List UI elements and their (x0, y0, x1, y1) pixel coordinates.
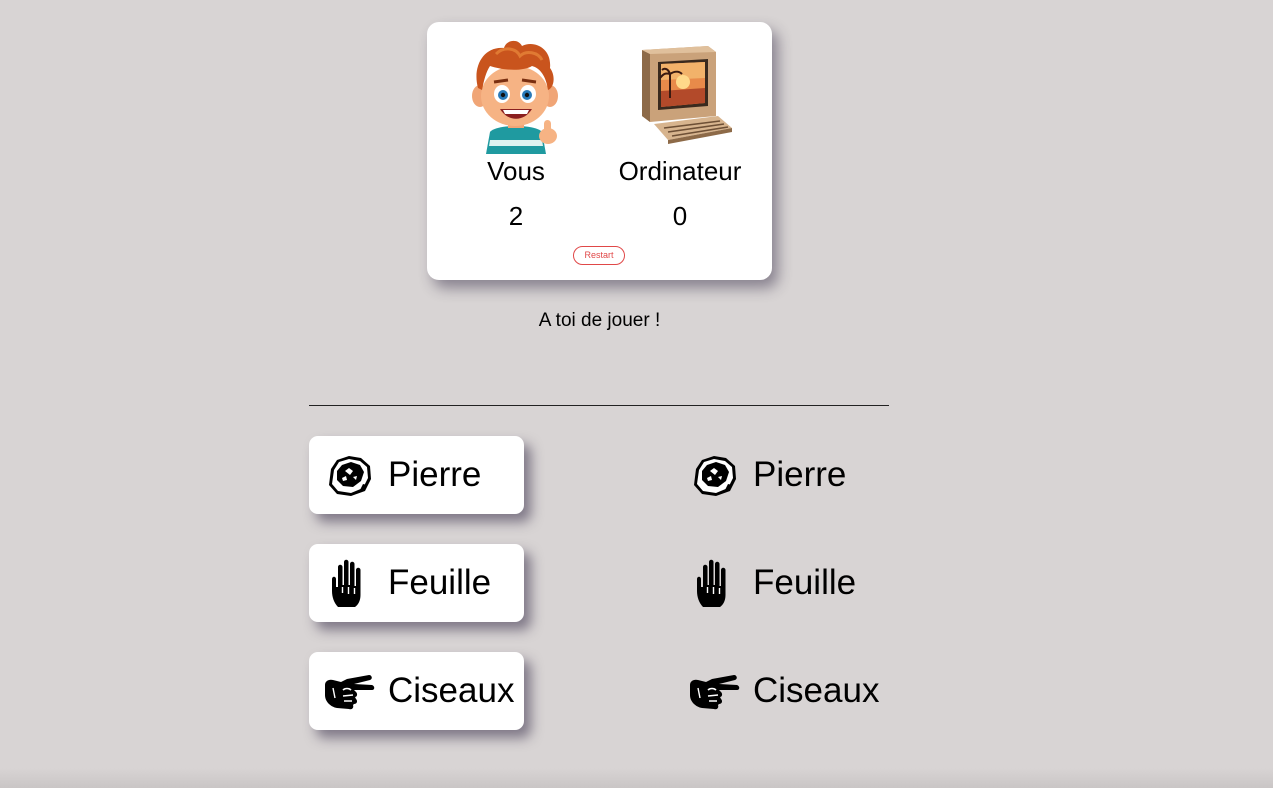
player-choice-feuille-button[interactable]: Feuille (309, 544, 524, 622)
rock-icon (688, 449, 740, 501)
hand-icon (688, 557, 740, 609)
player-cpu-score: 0 (672, 201, 688, 231)
computer-choice-pierre: Pierre (674, 436, 889, 514)
status-message: A toi de jouer ! (538, 310, 661, 331)
divider (309, 405, 889, 406)
scissors-hand-icon (323, 665, 375, 717)
player-cpu-name: Ordinateur (618, 156, 742, 186)
hand-icon (323, 557, 375, 609)
player-cpu-panel: Ordinateur 0 (595, 36, 765, 233)
restart-button[interactable]: Restart (573, 246, 625, 265)
scissors-hand-icon (688, 665, 740, 717)
choice-label: Pierre (753, 455, 847, 494)
choice-label: Pierre (388, 455, 482, 494)
player-you-score: 2 (508, 201, 524, 231)
computer-choice-feuille: Feuille (674, 544, 889, 622)
choice-label: Feuille (388, 563, 492, 602)
choice-label: Ciseaux (753, 671, 880, 710)
retro-computer-icon (642, 46, 732, 144)
player-choice-ciseaux-button[interactable]: Ciseaux (309, 652, 524, 730)
rock-icon (323, 449, 375, 501)
choice-label: Ciseaux (388, 671, 515, 710)
boy-avatar-icon (472, 40, 558, 154)
player-choice-pierre-button[interactable]: Pierre (309, 436, 524, 514)
scoreboard-card: Vous 2 Ordinateur 0 Restart (427, 22, 772, 280)
player-you-name: Vous (487, 156, 545, 186)
computer-choice-ciseaux: Ciseaux (674, 652, 889, 730)
game-page: Vous 2 Ordinateur 0 Restart A toi de jou… (0, 0, 1273, 788)
bottom-scroll-shadow (0, 768, 1273, 788)
choice-label: Feuille (753, 563, 857, 602)
player-you-panel: Vous 2 (431, 36, 601, 233)
